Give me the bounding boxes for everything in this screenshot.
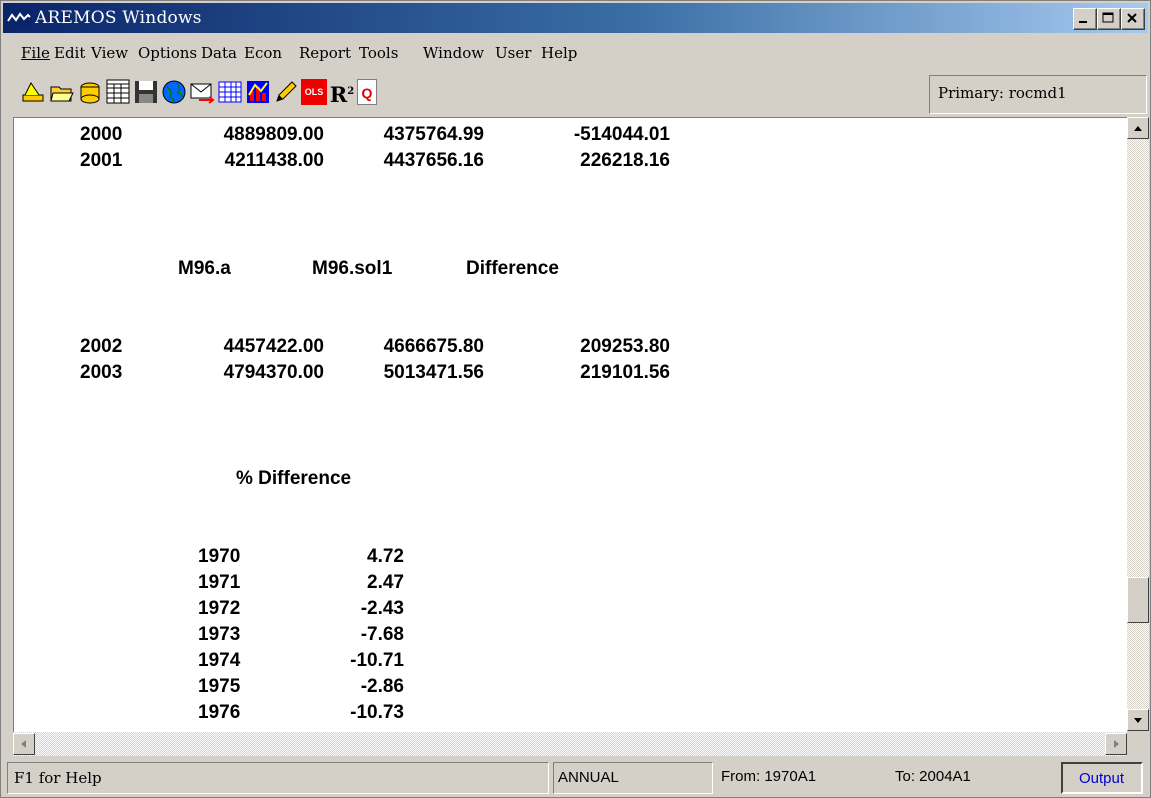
year-cell: 1971 — [198, 572, 241, 593]
r-squared-icon[interactable]: R2 — [329, 79, 355, 107]
year-cell: 2000 — [80, 124, 123, 145]
column-header: M96.a — [178, 258, 231, 279]
year-cell: 1974 — [198, 650, 241, 671]
app-icon — [6, 9, 32, 27]
primary-databank-field: Primary: rocmd1 — [929, 75, 1147, 114]
menu-options[interactable]: Options — [138, 44, 197, 62]
scroll-down-button[interactable] — [1127, 709, 1149, 731]
table-icon[interactable] — [217, 79, 243, 105]
year-cell: 1970 — [198, 546, 241, 567]
status-help-text: F1 for Help — [14, 769, 102, 787]
value-cell: -514044.01 — [573, 124, 670, 145]
pencil-icon[interactable] — [273, 79, 299, 105]
save-icon[interactable] — [133, 79, 159, 105]
status-to: To: 2004A1 — [883, 762, 1043, 794]
menu-bar: File Edit View Options Data Econ Report … — [3, 41, 1148, 65]
ols-icon[interactable]: OLS — [301, 79, 327, 105]
aremos-window: AREMOS Windows File Edit View Options Da… — [0, 0, 1151, 798]
column-header: M96.sol1 — [312, 258, 393, 279]
title-bar[interactable]: AREMOS Windows — [3, 3, 1148, 33]
horizontal-scrollbar[interactable] — [13, 732, 1127, 756]
scroll-left-button[interactable] — [13, 733, 35, 755]
pct-cell: -10.71 — [350, 650, 404, 671]
pct-cell: -7.68 — [360, 624, 404, 645]
r2-sup: 2 — [347, 86, 355, 97]
status-help: F1 for Help — [7, 762, 549, 794]
vertical-scrollbar[interactable] — [1127, 117, 1149, 731]
status-bar: F1 for Help ANNUAL From: 1970A1 To: 2004… — [3, 760, 1148, 796]
q-icon[interactable]: Q — [357, 79, 377, 105]
output-pane[interactable]: 2000 4889809.00 4375764.99 -514044.01 20… — [13, 117, 1127, 732]
output-mode-button[interactable]: Output — [1061, 762, 1143, 794]
year-cell: 2001 — [80, 150, 123, 171]
menu-data[interactable]: Data — [201, 44, 237, 62]
pct-difference-header: % Difference — [236, 468, 352, 489]
q-label: Q — [361, 85, 373, 101]
output-mode-text: Output — [1079, 770, 1125, 787]
status-frequency-text: ANNUAL — [558, 769, 619, 786]
value-cell: 5013471.56 — [383, 362, 484, 383]
column-header: Difference — [466, 258, 559, 279]
pct-cell: -10.73 — [350, 702, 404, 723]
close-icon — [1127, 13, 1137, 23]
chart-icon[interactable] — [245, 79, 271, 105]
menu-help[interactable]: Help — [541, 44, 577, 62]
window-title: AREMOS Windows — [35, 8, 202, 28]
status-from: From: 1970A1 — [713, 762, 873, 794]
status-to-text: To: 2004A1 — [895, 768, 971, 785]
menu-view[interactable]: View — [91, 44, 128, 62]
globe-icon[interactable] — [161, 79, 187, 105]
ols-label: OLS — [304, 87, 324, 97]
menu-file[interactable]: File — [21, 44, 50, 62]
pct-cell: 2.47 — [367, 572, 404, 593]
status-from-text: From: 1970A1 — [721, 768, 817, 785]
arrow-down-icon — [1134, 718, 1142, 723]
pct-cell: -2.86 — [360, 676, 404, 697]
value-cell: 4889809.00 — [223, 124, 324, 145]
value-cell: 4666675.80 — [383, 336, 484, 357]
minimize-icon — [1079, 21, 1087, 23]
maximize-icon — [1102, 12, 1114, 23]
pct-cell: 4.72 — [367, 546, 404, 567]
scroll-up-button[interactable] — [1127, 117, 1149, 139]
r2-label: R — [329, 82, 348, 107]
value-cell: 226218.16 — [580, 150, 670, 171]
year-cell: 2002 — [80, 336, 123, 357]
year-cell: 1973 — [198, 624, 241, 645]
open-folder-icon[interactable] — [49, 79, 75, 105]
value-cell: 219101.56 — [580, 362, 670, 383]
value-cell: 4375764.99 — [383, 124, 484, 145]
arrow-up-icon — [1134, 126, 1142, 131]
status-frequency: ANNUAL — [553, 762, 713, 794]
year-cell: 1972 — [198, 598, 241, 619]
open-databank-icon[interactable] — [77, 79, 103, 105]
primary-label: Primary: rocmd1 — [938, 84, 1067, 102]
series-icon[interactable] — [105, 79, 131, 105]
mail-icon[interactable] — [189, 79, 215, 105]
pct-cell: -2.43 — [360, 598, 404, 619]
menu-report[interactable]: Report — [299, 44, 351, 62]
value-cell: 4457422.00 — [223, 336, 324, 357]
scroll-thumb[interactable] — [1127, 577, 1149, 623]
maximize-button[interactable] — [1097, 8, 1121, 30]
year-cell: 1976 — [198, 702, 241, 723]
close-button[interactable] — [1121, 8, 1145, 30]
wizard-icon[interactable] — [21, 79, 47, 105]
menu-edit[interactable]: Edit — [54, 44, 85, 62]
value-cell: 4211438.00 — [224, 150, 324, 171]
menu-user[interactable]: User — [495, 44, 531, 62]
value-cell: 209253.80 — [580, 336, 670, 357]
value-cell: 4437656.16 — [383, 150, 484, 171]
menu-tools[interactable]: Tools — [359, 44, 398, 62]
year-cell: 1975 — [198, 676, 241, 697]
scroll-right-button[interactable] — [1105, 733, 1127, 755]
value-cell: 4794370.00 — [223, 362, 324, 383]
menu-econ[interactable]: Econ — [244, 44, 282, 62]
minimize-button[interactable] — [1073, 8, 1097, 30]
menu-window[interactable]: Window — [423, 44, 484, 62]
arrow-right-icon — [1114, 740, 1119, 748]
year-cell: 2003 — [80, 362, 123, 383]
arrow-left-icon — [21, 740, 26, 748]
